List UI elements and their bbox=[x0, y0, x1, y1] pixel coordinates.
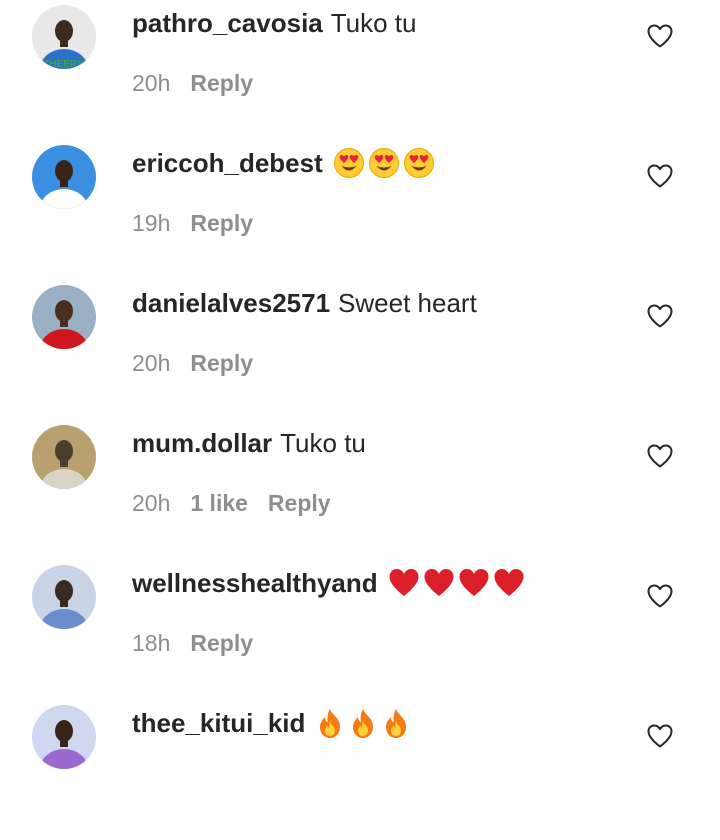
comment-body: wellnesshealthyand bbox=[132, 566, 525, 601]
avatar[interactable] bbox=[32, 565, 96, 629]
comment-username[interactable]: wellnesshealthyand bbox=[132, 568, 378, 598]
comment-meta: 20h Reply bbox=[132, 68, 273, 98]
comment-timestamp: 19h bbox=[132, 210, 171, 236]
comment-meta: 19h Reply bbox=[132, 208, 273, 238]
comment-row: ericcoh_debest 19h Reply bbox=[0, 140, 720, 280]
fire-emoji bbox=[315, 707, 345, 739]
comment-body: danielalves2571 Sweet heart bbox=[132, 286, 477, 320]
avatar[interactable]: CHEERS! bbox=[32, 5, 96, 69]
fire-emoji bbox=[348, 707, 378, 739]
reply-button[interactable]: Reply bbox=[190, 210, 253, 236]
comment-timestamp: 18h bbox=[132, 630, 171, 656]
comment-meta: 18h Reply bbox=[132, 628, 273, 658]
comment-username[interactable]: pathro_cavosia bbox=[132, 8, 323, 38]
heart-eyes-emoji bbox=[333, 147, 365, 179]
heart-eyes-emoji bbox=[368, 147, 400, 179]
comment-text: Tuko tu bbox=[280, 428, 366, 458]
like-heart-icon[interactable] bbox=[646, 162, 674, 190]
comment-emojis bbox=[333, 147, 435, 179]
comment-timestamp: 20h bbox=[132, 490, 171, 516]
red-heart-emoji bbox=[458, 567, 490, 599]
reply-button[interactable]: Reply bbox=[190, 350, 253, 376]
comment-username[interactable]: mum.dollar bbox=[132, 428, 272, 458]
comment-row: CHEERS! pathro_cavosia Tuko tu 20h Reply bbox=[0, 0, 720, 140]
comment-meta: 20h Reply bbox=[132, 348, 273, 378]
comment-body: thee_kitui_kid bbox=[132, 706, 411, 741]
comment-username[interactable]: ericcoh_debest bbox=[132, 148, 323, 178]
fire-emoji bbox=[381, 707, 411, 739]
comment-row: danielalves2571 Sweet heart 20h Reply bbox=[0, 280, 720, 420]
comment-body: pathro_cavosia Tuko tu bbox=[132, 6, 417, 40]
like-heart-icon[interactable] bbox=[646, 442, 674, 470]
comment-row: thee_kitui_kid bbox=[0, 700, 720, 840]
red-heart-emoji bbox=[423, 567, 455, 599]
red-heart-emoji bbox=[388, 567, 420, 599]
avatar[interactable] bbox=[32, 705, 96, 769]
reply-button[interactable]: Reply bbox=[268, 490, 331, 516]
red-heart-emoji bbox=[493, 567, 525, 599]
comment-row: mum.dollar Tuko tu 20h 1 like Reply bbox=[0, 420, 720, 560]
like-heart-icon[interactable] bbox=[646, 302, 674, 330]
like-heart-icon[interactable] bbox=[646, 22, 674, 50]
comment-username[interactable]: danielalves2571 bbox=[132, 288, 330, 318]
comment-body: ericcoh_debest bbox=[132, 146, 435, 181]
avatar-logo-text: CHEERS! bbox=[42, 59, 87, 69]
avatar[interactable] bbox=[32, 425, 96, 489]
like-heart-icon[interactable] bbox=[646, 582, 674, 610]
comment-text: Tuko tu bbox=[330, 8, 417, 38]
comment-text: Sweet heart bbox=[338, 288, 477, 318]
comment-emojis bbox=[315, 707, 411, 739]
reply-button[interactable]: Reply bbox=[190, 630, 253, 656]
avatar[interactable] bbox=[32, 285, 96, 349]
reply-button[interactable]: Reply bbox=[190, 70, 253, 96]
comment-row: wellnesshealthyand 18h Reply bbox=[0, 560, 720, 700]
comment-emojis bbox=[388, 567, 525, 599]
comment-list: CHEERS! pathro_cavosia Tuko tu 20h Reply eric… bbox=[0, 0, 720, 840]
comment-body: mum.dollar Tuko tu bbox=[132, 426, 366, 460]
comment-username[interactable]: thee_kitui_kid bbox=[132, 708, 305, 738]
avatar[interactable] bbox=[32, 145, 96, 209]
comment-like-count[interactable]: 1 like bbox=[190, 490, 248, 516]
comment-meta: 20h 1 like Reply bbox=[132, 488, 351, 518]
comment-timestamp: 20h bbox=[132, 70, 171, 96]
like-heart-icon[interactable] bbox=[646, 722, 674, 750]
heart-eyes-emoji bbox=[403, 147, 435, 179]
comment-timestamp: 20h bbox=[132, 350, 171, 376]
